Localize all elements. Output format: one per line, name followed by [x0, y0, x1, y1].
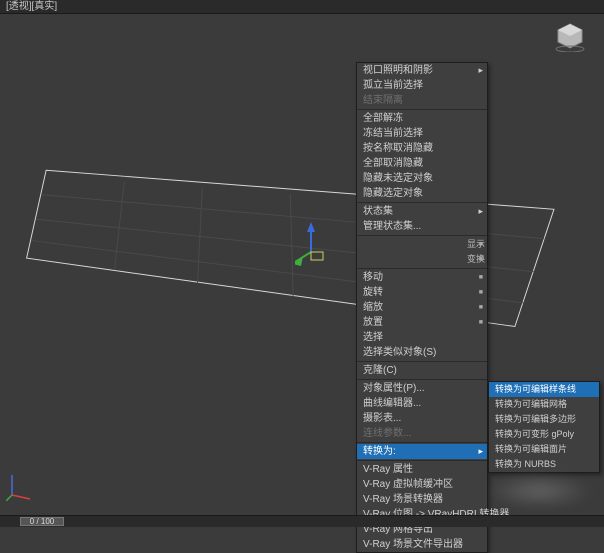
menu-separator — [357, 361, 487, 362]
menu-item-label: V-Ray 场景转换器 — [363, 494, 443, 505]
menu-item[interactable]: 显示 — [357, 237, 487, 252]
menu-item-label: 冻结当前选择 — [363, 128, 423, 139]
menu-item-label: 视口照明和阴影 — [363, 65, 433, 76]
submenu-item[interactable]: 转换为可编辑面片 — [489, 442, 599, 457]
menu-item: 结束隔离 — [357, 93, 487, 108]
menu-item-label: 曲线编辑器... — [363, 398, 421, 409]
menu-item-label: 隐藏未选定对象 — [363, 173, 433, 184]
submenu-item[interactable]: 转换为 NURBS — [489, 457, 599, 472]
menu-item[interactable]: 移动 — [357, 270, 487, 285]
transform-gizmo[interactable] — [295, 222, 355, 282]
menu-item[interactable]: 放置 — [357, 315, 487, 330]
menu-item[interactable]: V-Ray 场景转换器 — [357, 492, 487, 507]
menu-item-label: V-Ray 属性 — [363, 464, 413, 475]
menu-item-label: V-Ray 场景文件导出器 — [363, 539, 463, 550]
menu-item[interactable]: 冻结当前选择 — [357, 126, 487, 141]
menu-item-label: 转换为可变形 gPoly — [495, 429, 574, 439]
menu-item-label: 旋转 — [363, 287, 383, 298]
menu-item[interactable]: 状态集 — [357, 204, 487, 219]
time-slider-label: 0 / 100 — [30, 517, 54, 526]
menu-item-label: 状态集 — [363, 206, 393, 217]
menu-item-label: 转换为可编辑网格 — [495, 399, 567, 409]
context-menu[interactable]: 视口照明和阴影孤立当前选择结束隔离全部解冻冻结当前选择按名称取消隐藏全部取消隐藏… — [356, 62, 488, 553]
timeline[interactable]: 0 / 100 — [0, 515, 604, 527]
submenu-item[interactable]: 转换为可编辑样条线 — [489, 382, 599, 397]
menu-item-label: 转换为可编辑面片 — [495, 444, 567, 454]
menu-separator — [357, 109, 487, 110]
viewcube[interactable] — [554, 22, 586, 52]
menu-item[interactable]: 管理状态集... — [357, 219, 487, 234]
menu-item-label: 按名称取消隐藏 — [363, 143, 433, 154]
menu-item[interactable]: 按名称取消隐藏 — [357, 141, 487, 156]
menu-item[interactable]: 全部取消隐藏 — [357, 156, 487, 171]
menu-item[interactable]: V-Ray 场景文件导出器 — [357, 537, 487, 552]
menu-item[interactable]: 转换为: — [357, 444, 487, 459]
menu-item-label: 全部取消隐藏 — [363, 158, 423, 169]
menu-separator — [357, 235, 487, 236]
menu-item-label: 摄影表... — [363, 413, 401, 424]
menu-side-label: 显示 — [467, 237, 485, 252]
menu-item-label: 管理状态集... — [363, 221, 421, 232]
menu-item-label: V-Ray 虚拟帧缓冲区 — [363, 479, 453, 490]
menu-separator — [357, 379, 487, 380]
menu-item-label: 全部解冻 — [363, 113, 403, 124]
menu-item[interactable]: 曲线编辑器... — [357, 396, 487, 411]
menu-item-label: 转换为 NURBS — [495, 459, 556, 469]
menu-separator — [357, 460, 487, 461]
menu-item[interactable]: 选择类似对象(S) — [357, 345, 487, 360]
menu-item[interactable]: 选择 — [357, 330, 487, 345]
menu-item-label: 对象属性(P)... — [363, 383, 425, 394]
menu-item[interactable]: V-Ray 虚拟帧缓冲区 — [357, 477, 487, 492]
menu-item[interactable]: 变换 — [357, 252, 487, 267]
menu-item[interactable]: 视口照明和阴影 — [357, 63, 487, 78]
menu-item-label: 隐藏选定对象 — [363, 188, 423, 199]
menu-item[interactable]: 孤立当前选择 — [357, 78, 487, 93]
menu-item-label: 转换为: — [363, 446, 396, 457]
viewport-label-text: [透视][真实] — [6, 1, 57, 12]
menu-item: 连线参数... — [357, 426, 487, 441]
watermark — [484, 473, 594, 509]
menu-item-label: 选择类似对象(S) — [363, 347, 436, 358]
menu-item[interactable]: 全部解冻 — [357, 111, 487, 126]
menu-item-label: 孤立当前选择 — [363, 80, 423, 91]
menu-item-label: 克隆(C) — [363, 365, 397, 376]
menu-item-label: 连线参数... — [363, 428, 411, 439]
submenu-item[interactable]: 转换为可编辑网格 — [489, 397, 599, 412]
menu-item[interactable]: 克隆(C) — [357, 363, 487, 378]
menu-item-label: 移动 — [363, 272, 383, 283]
time-slider[interactable]: 0 / 100 — [20, 517, 64, 526]
menu-item-label: 结束隔离 — [363, 95, 403, 106]
menu-item-label: 放置 — [363, 317, 383, 328]
submenu-item[interactable]: 转换为可编辑多边形 — [489, 412, 599, 427]
menu-separator — [357, 268, 487, 269]
viewport-label: [透视][真实] — [0, 0, 604, 14]
menu-item-label: 转换为可编辑样条线 — [495, 384, 576, 394]
submenu-item[interactable]: 转换为可变形 gPoly — [489, 427, 599, 442]
menu-separator — [357, 202, 487, 203]
menu-item[interactable]: 缩放 — [357, 300, 487, 315]
menu-item-label: 缩放 — [363, 302, 383, 313]
menu-item[interactable]: V-Ray 属性 — [357, 462, 487, 477]
menu-side-label: 变换 — [467, 252, 485, 267]
menu-item[interactable]: 对象属性(P)... — [357, 381, 487, 396]
menu-item[interactable]: 隐藏未选定对象 — [357, 171, 487, 186]
menu-item-label: 转换为可编辑多边形 — [495, 414, 576, 424]
axis-tripod-icon — [6, 467, 40, 501]
menu-item[interactable]: 旋转 — [357, 285, 487, 300]
convert-submenu[interactable]: 转换为可编辑样条线转换为可编辑网格转换为可编辑多边形转换为可变形 gPoly 转换… — [488, 381, 600, 473]
menu-item[interactable]: 隐藏选定对象 — [357, 186, 487, 201]
menu-item[interactable]: 摄影表... — [357, 411, 487, 426]
menu-separator — [357, 442, 487, 443]
menu-item-label: 选择 — [363, 332, 383, 343]
